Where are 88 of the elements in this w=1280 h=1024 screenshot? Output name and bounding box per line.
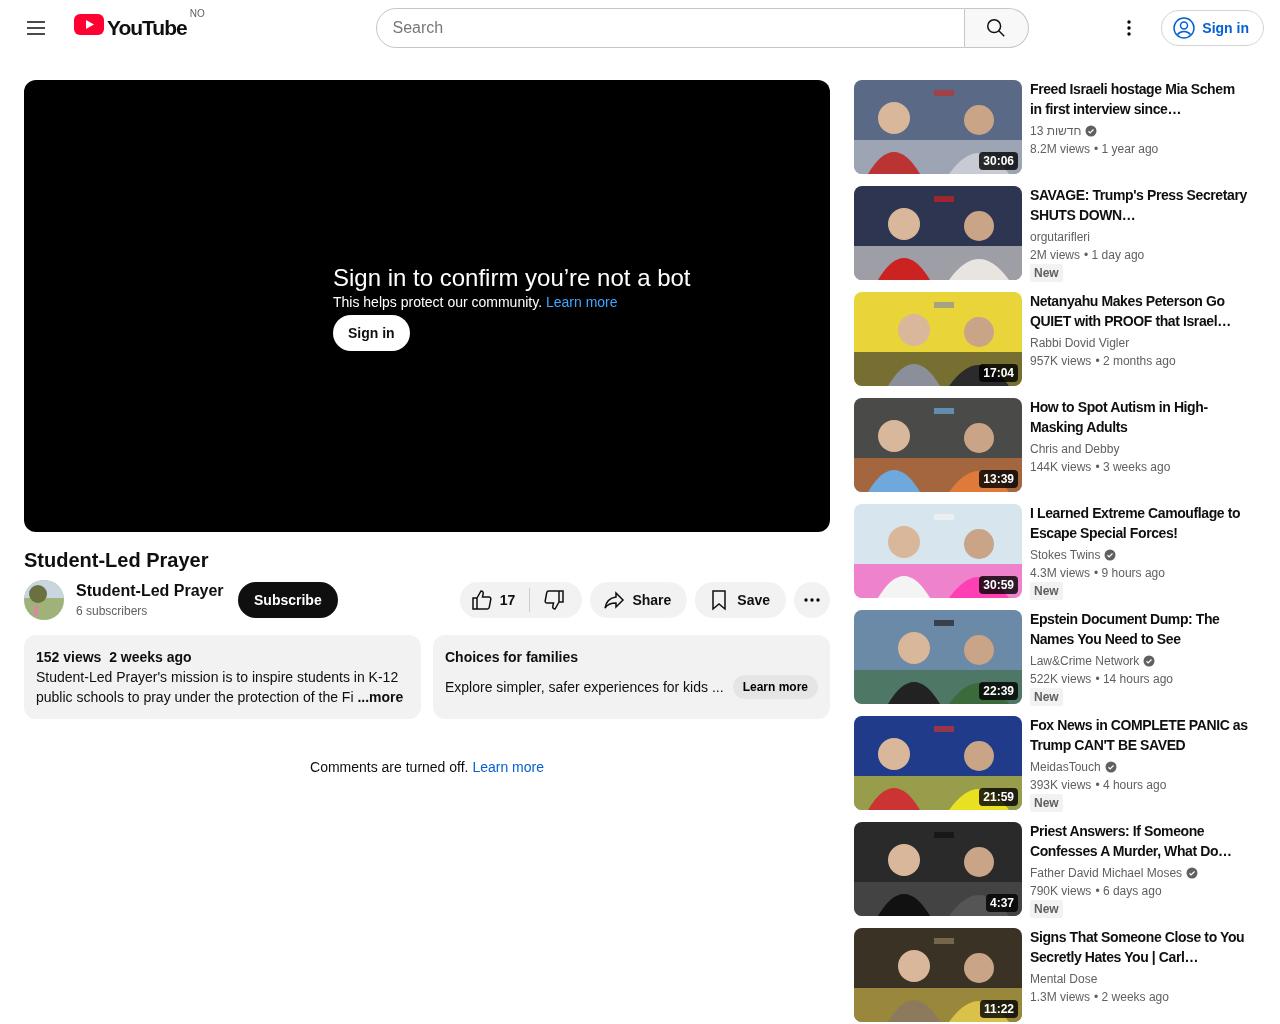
channel-name[interactable]: Chris and Debby [1030,440,1120,458]
recommended-title[interactable]: Epstein Document Dump: The Names You Need to See [1030,609,1248,649]
recommended-title[interactable]: SAVAGE: Trump's Press Secretary SHUTS DOWN… [1030,185,1248,225]
video-player[interactable]: Sign in to confirm you’re not a bot This helps protect our community. Learn more Sign in [24,80,830,532]
upload-age: • 1 year ago [1094,141,1159,158]
more-dots-icon [804,598,820,602]
recommended-title[interactable]: Freed Israeli hostage Mia Schem in first interview since… [1030,79,1248,119]
duration-badge: 22:39 [979,682,1018,700]
recommended-title[interactable]: I Learned Extreme Camouflage to Escape Special Forces! [1030,503,1248,543]
channel-name[interactable]: orgutarifleri [1030,228,1091,246]
view-count: 1.3M views [1030,989,1091,1006]
view-count: 4.3M views [1030,565,1091,582]
verified-icon [1143,655,1156,667]
recommended-title[interactable]: Signs That Someone Close to You Secretly Hates You | Carl… [1030,927,1248,967]
view-count: 790K views [1030,883,1092,900]
duration-badge: 17:04 [979,364,1018,382]
thumbs-up-icon [469,588,494,612]
channel-name[interactable]: Rabbi Dovid Vigler [1030,334,1130,352]
description-text: Student-Led Prayer's mission is to inspire students in K-12 public schools to pray under the protection of the Fi ...more [36,668,405,707]
channel-name[interactable]: MeidasTouch [1030,758,1101,776]
view-count: 8.2M views [1030,141,1091,158]
verified-icon [1085,125,1098,137]
search-icon [985,17,1007,39]
channel-name[interactable]: Mental Dose [1030,970,1098,988]
duration-badge: 21:59 [979,788,1018,806]
player-subtext: This helps protect our community. Learn more [333,293,618,310]
duration-badge: 30:06 [979,152,1018,170]
share-button[interactable]: Share [590,582,688,618]
account-icon [1172,16,1197,40]
channel-avatar[interactable] [24,580,64,620]
verified-icon [1186,867,1199,879]
video-title: Student-Led Prayer [24,548,210,573]
view-count: 144K views [1030,459,1092,476]
channel-name[interactable]: Stokes Twins [1030,546,1101,564]
view-count: 393K views [1030,777,1092,794]
upload-age: • 14 hours ago [1095,671,1173,688]
more-actions-button[interactable] [794,582,830,618]
duration-badge: 30:59 [979,576,1018,594]
channel-name[interactable]: Student-Led Prayer [76,580,226,602]
player-sign-in-button[interactable]: Sign in [333,314,410,351]
search-field[interactable]: Search [375,8,965,48]
verified-icon [1104,549,1117,561]
upload-age: • 9 hours ago [1094,565,1165,582]
duration-badge: 4:37 [985,894,1018,912]
view-count: 2M views [1030,247,1080,264]
play-logo-icon[interactable] [74,14,104,35]
promo-text: Explore simpler, safer experiences for kids ... [445,678,724,697]
recommended-title[interactable]: Priest Answers: If Someone Confesses A Murder, What Do… [1030,821,1248,861]
save-button[interactable]: Save [695,582,786,618]
channel-name[interactable]: Law&Crime Network [1030,652,1140,670]
view-stats: 152 views 2 weeks ago [36,648,193,667]
thumbs-down-icon [542,588,567,612]
view-count: 957K views [1030,353,1092,370]
upload-age: • 4 hours ago [1095,777,1167,794]
upload-age: • 3 weeks ago [1095,459,1171,476]
new-badge: New [1030,582,1063,600]
new-badge: New [1030,794,1063,812]
verified-icon [1104,761,1117,773]
more-link[interactable]: ...more [357,689,404,705]
subscriber-count: 6 subscribers [76,603,149,620]
recommended-title[interactable]: Netanyahu Makes Peterson Go QUIET with PROOF that Israel… [1030,291,1248,331]
comments-off-text: Comments are turned off. [310,759,469,775]
duration-badge: 13:39 [979,470,1018,488]
new-badge: New [1030,900,1063,918]
duration-badge: 11:22 [979,1000,1018,1018]
recommended-title[interactable]: How to Spot Autism in High-Masking Adults [1030,397,1248,437]
subscribe-button[interactable]: Subscribe [238,582,338,618]
country-code: NO [189,8,205,19]
logo-text[interactable]: YouTube [107,14,187,42]
channel-name[interactable]: Father David Michael Moses [1030,864,1183,882]
sign-in-button[interactable]: Sign in [1161,10,1264,46]
promo-title: Choices for families [445,648,580,667]
share-arrow-icon [602,588,627,612]
upload-age: • 6 days ago [1095,883,1162,900]
player-heading: Sign in to confirm you’re not a bot [333,262,691,293]
recommended-title[interactable]: Fox News in COMPLETE PANIC as Trump CAN'T BE SAVED [1030,715,1248,755]
channel-name[interactable]: 13 חדשות [1030,122,1082,140]
view-count: 522K views [1030,671,1092,688]
search-button[interactable] [964,8,1029,48]
comments-learn-more-link[interactable]: Learn more [472,759,544,775]
new-badge: New [1030,264,1063,282]
upload-age: • 2 months ago [1095,353,1176,370]
upload-age: • 2 weeks ago [1094,989,1169,1006]
new-badge: New [1030,688,1063,706]
upload-age: • 1 day ago [1084,247,1145,264]
learn-more-button[interactable]: Learn more [732,675,818,699]
learn-more-link[interactable]: Learn more [545,293,618,310]
description-card[interactable]: 152 views 2 weeks ago Student-Led Prayer's mission is to inspire students in K-12 public schools to pray under the protection of the Fi ...more [24,635,421,719]
